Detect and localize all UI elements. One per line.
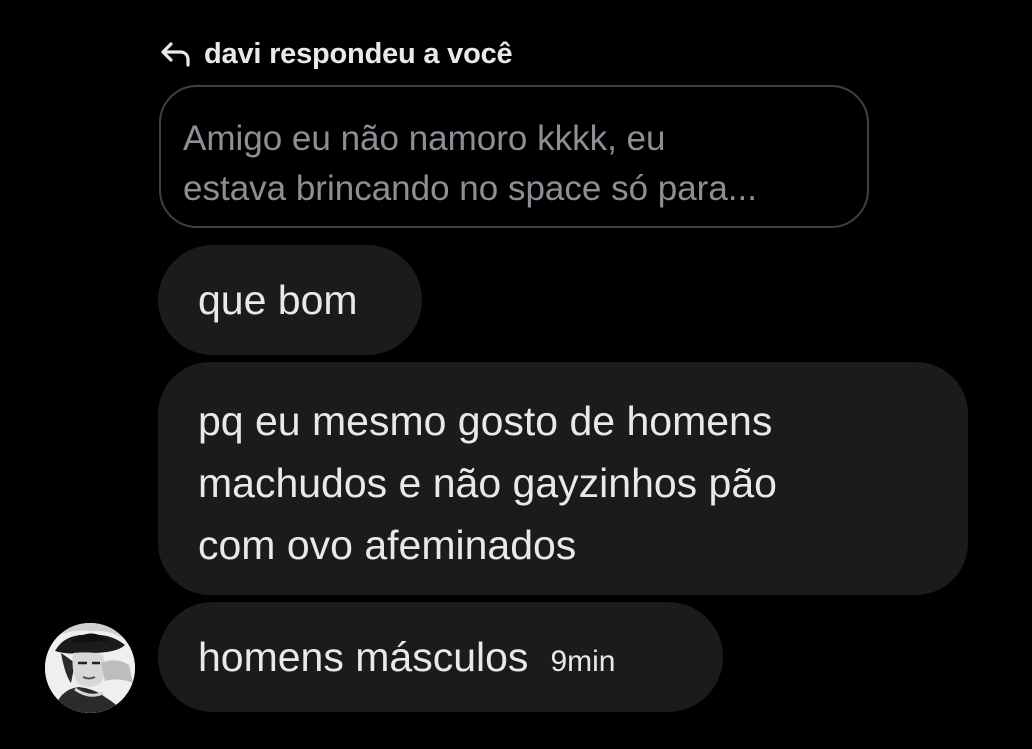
message-bubble[interactable]: homens másculos 9min <box>158 602 723 712</box>
quoted-line: Amigo eu não namoro kkkk, eu <box>183 119 666 158</box>
reply-arrow-icon <box>160 40 192 68</box>
message-text-line: pq eu mesmo gosto de homens <box>198 398 773 444</box>
reply-header: davi respondeu a você <box>160 34 513 74</box>
quoted-line: estava brincando no space só para... <box>183 169 757 208</box>
message-bubble[interactable]: que bom <box>158 245 422 355</box>
message-text-line: machudos e não gayzinhos pão <box>198 460 777 506</box>
user-avatar-photo <box>45 623 135 713</box>
avatar[interactable] <box>45 623 135 713</box>
message-text-line: com ovo afeminados <box>198 522 577 568</box>
dm-conversation: davi respondeu a você Amigo eu não namor… <box>0 0 1032 749</box>
reply-header-text: davi respondeu a você <box>204 37 513 70</box>
message-text: homens másculos <box>198 634 529 680</box>
message-timestamp: 9min <box>550 645 616 678</box>
quoted-message[interactable]: Amigo eu não namoro kkkk, eu estava brin… <box>159 85 869 228</box>
message-bubble[interactable]: pq eu mesmo gosto de homens machudos e n… <box>158 362 968 595</box>
message-text: que bom <box>198 277 358 323</box>
